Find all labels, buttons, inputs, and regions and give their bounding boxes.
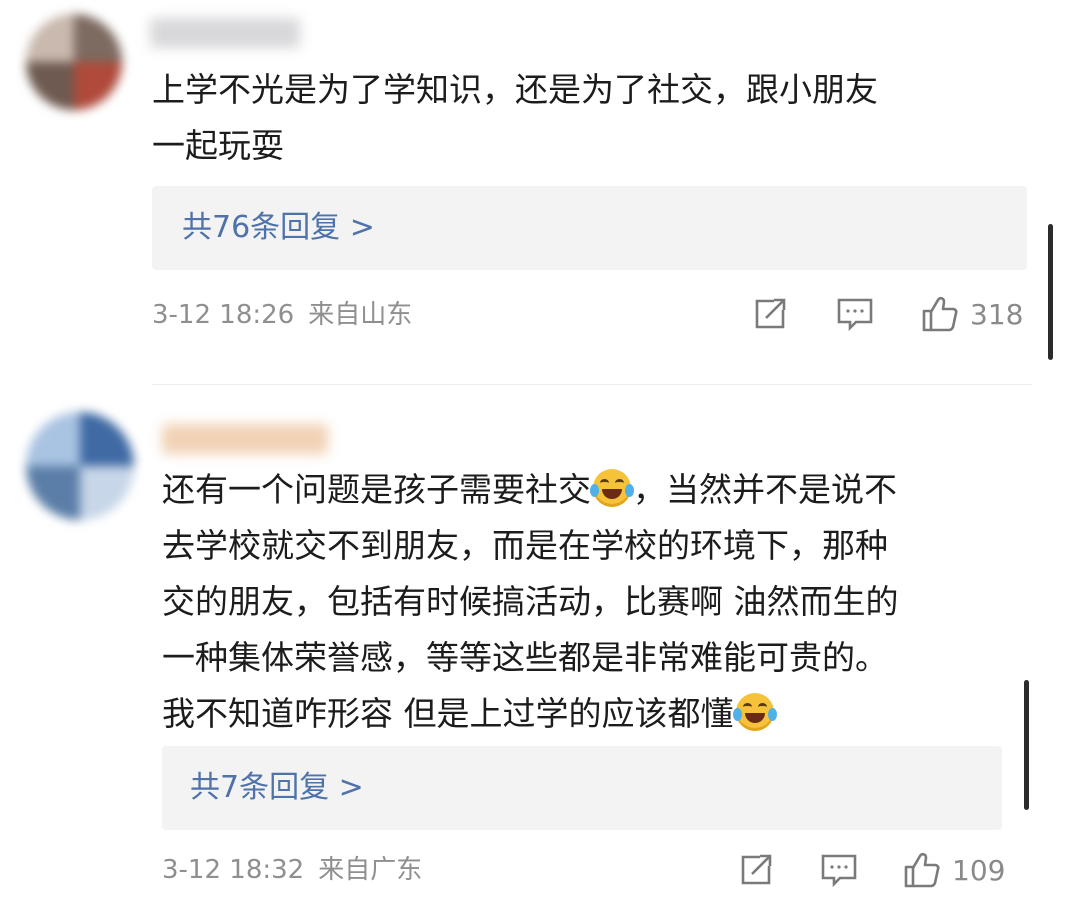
comment-button[interactable] (836, 296, 874, 332)
comment-button[interactable] (820, 852, 858, 888)
like-button[interactable]: 109 (902, 850, 1005, 890)
comment-meta: 3-12 18:32 来自广东 (162, 852, 422, 888)
username-blurred[interactable] (150, 18, 300, 48)
thumbs-up-icon (922, 296, 958, 332)
comment-body-line: 还有一个问题是孩子需要社交 ，当然并不是说不 (162, 462, 899, 518)
comment-body-line: 一起玩耍 (152, 126, 284, 165)
comment-item: 上学不光是为了学知识，还是为了社交，跟小朋友 一起玩耍 共76条回复 > 3-1… (0, 0, 1080, 370)
replies-panel[interactable]: 共7条回复 > (162, 746, 1002, 830)
avatar[interactable] (26, 14, 122, 110)
laughing-tears-emoji (590, 469, 634, 507)
replies-panel[interactable]: 共76条回复 > (152, 186, 1027, 270)
repost-button[interactable] (752, 296, 788, 332)
comment-icon (837, 298, 873, 332)
view-replies-link[interactable]: 共76条回复 > (182, 208, 375, 248)
comment-body-line: 交的朋友，包括有时候搞活动，比赛啊 油然而生的 (162, 582, 899, 621)
comment-item: 还有一个问题是孩子需要社交 ，当然并不是说不 去学校就交不到朋友，而是在学校的环境… (0, 390, 1080, 904)
laughing-tears-emoji (732, 693, 777, 731)
comment-body: 上学不光是为了学知识，还是为了社交，跟小朋友 一起玩耍 (152, 62, 878, 174)
repost-button[interactable] (738, 852, 774, 888)
like-count: 109 (952, 853, 1006, 887)
repost-icon (755, 298, 786, 329)
view-replies-link[interactable]: 共7条回复 > (190, 768, 364, 808)
scrollbar[interactable] (1048, 224, 1053, 360)
like-count: 318 (970, 297, 1024, 331)
timestamp: 3-12 18:32 (162, 855, 305, 885)
comment-body: 还有一个问题是孩子需要社交 ，当然并不是说不 去学校就交不到朋友，而是在学校的环境… (162, 462, 899, 742)
scrollbar[interactable] (1024, 680, 1029, 810)
comment-meta: 3-12 18:26 来自山东 (152, 297, 412, 333)
comment-divider (152, 384, 1032, 385)
location: 来自山东 (308, 300, 413, 330)
location: 来自广东 (318, 855, 423, 885)
comment-body-line: 去学校就交不到朋友，而是在学校的环境下，那种 (162, 526, 888, 565)
comment-body-text: 我不知道咋形容 但是上过学的应该都懂 (162, 694, 734, 733)
like-button[interactable]: 318 (920, 294, 1023, 334)
username-blurred[interactable] (162, 424, 328, 454)
comment-body-line: 上学不光是为了学知识，还是为了社交，跟小朋友 (152, 70, 878, 109)
comment-body-line: 我不知道咋形容 但是上过学的应该都懂 (162, 686, 899, 742)
repost-icon (741, 854, 772, 885)
comment-body-line: 一种集体荣誉感，等等这些都是非常难能可贵的。 (162, 638, 888, 677)
avatar[interactable] (26, 412, 134, 520)
timestamp: 3-12 18:26 (152, 300, 295, 330)
thumbs-up-icon (904, 852, 940, 888)
comment-body-text: 还有一个问题是孩子需要社交 (162, 470, 591, 509)
comment-icon (821, 854, 857, 888)
comment-body-text: ，当然并不是说不 (633, 470, 897, 509)
